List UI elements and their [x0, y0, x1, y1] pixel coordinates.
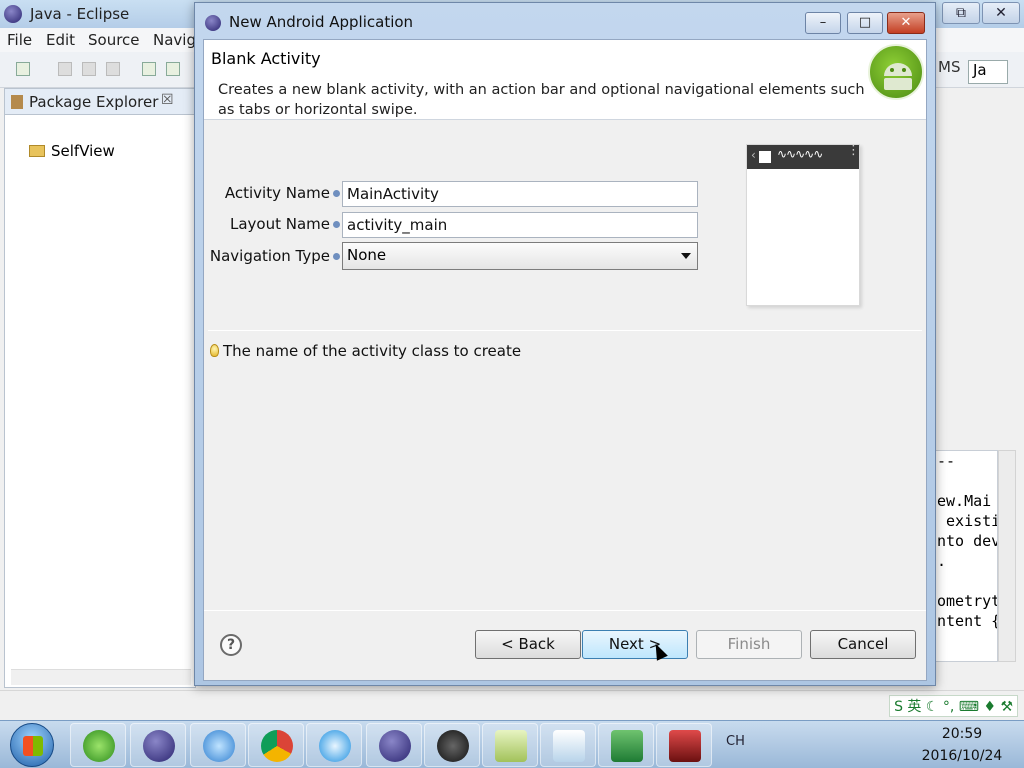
hint-label: The name of the activity class to create: [223, 342, 522, 360]
editor-snippet: -- ew.Mai existi nto dev . ometryt ntent…: [934, 450, 998, 662]
close-icon[interactable]: ☒: [161, 92, 174, 108]
package-explorer-panel: Package Explorer ☒ SelfView: [4, 88, 196, 688]
menu-file[interactable]: File: [7, 31, 32, 49]
taskbar-app-android[interactable]: [424, 723, 480, 767]
cancel-button[interactable]: Cancel: [810, 630, 916, 659]
chevron-left-icon: ‹: [751, 148, 756, 162]
package-explorer-title: Package Explorer: [29, 93, 159, 111]
eclipse-close-button[interactable]: ✕: [982, 2, 1020, 24]
info-icon: [333, 190, 340, 197]
navigation-type-select[interactable]: None: [342, 242, 698, 270]
print-icon[interactable]: [106, 62, 120, 76]
language-indicator[interactable]: CH: [726, 734, 745, 749]
tree-item-selfview[interactable]: SelfView: [29, 142, 115, 160]
maximize-button[interactable]: □: [847, 12, 883, 34]
navigation-type-value: None: [347, 246, 387, 264]
eclipse-logo-icon: [205, 15, 221, 31]
save-icon[interactable]: [58, 62, 72, 76]
eclipse-title: Java - Eclipse: [30, 5, 130, 23]
page-description: Creates a new blank activity, with an ac…: [218, 82, 865, 118]
clock-date[interactable]: 2016/10/24: [916, 748, 1008, 764]
overflow-menu-icon: ⋮: [847, 143, 860, 158]
start-button[interactable]: [10, 723, 54, 767]
lightbulb-icon: [210, 344, 219, 357]
help-button[interactable]: ?: [220, 634, 242, 656]
perspective-label[interactable]: MS: [938, 58, 960, 76]
menu-edit[interactable]: Edit: [46, 31, 75, 49]
menu-navigate[interactable]: Navig: [153, 31, 196, 49]
info-icon: [333, 221, 340, 228]
layout-name-label: Layout Name: [229, 215, 330, 233]
close-button[interactable]: ✕: [887, 12, 925, 34]
package-explorer-tab[interactable]: Package Explorer ☒: [5, 89, 195, 115]
java-perspective-button[interactable]: Ja: [968, 60, 1008, 84]
navigation-type-label: Navigation Type: [209, 247, 330, 265]
preview-action-bar: ‹ ∿∿∿∿∿ ⋮: [747, 143, 860, 169]
excel-icon: [611, 730, 643, 762]
divider: [204, 610, 926, 611]
clock-time[interactable]: 20:59: [920, 726, 1004, 742]
taskbar-app-network[interactable]: [190, 723, 246, 767]
eclipse-icon: [143, 730, 175, 762]
dialog-body: Blank Activity Creates a new blank activ…: [203, 39, 927, 681]
dialog-title: New Android Application: [229, 13, 414, 31]
minimize-button[interactable]: –: [805, 12, 841, 34]
taskbar-app-recorder[interactable]: [656, 723, 712, 767]
eclipse-logo-icon: [4, 5, 22, 23]
cloud-icon: [319, 730, 351, 762]
right-panels: -- ew.Mai existi nto dev . ometryt ntent…: [934, 88, 1024, 688]
network-icon: [203, 730, 235, 762]
activity-preview: ‹ ∿∿∿∿∿ ⋮: [746, 144, 860, 306]
info-icon: [333, 253, 340, 260]
taskbar-app-eclipse[interactable]: [130, 723, 186, 767]
finish-button[interactable]: Finish: [696, 630, 802, 659]
taskbar-app-eclipse-2[interactable]: [366, 723, 422, 767]
activity-name-input[interactable]: [342, 181, 698, 207]
taskbar-app-chrome[interactable]: [248, 723, 304, 767]
ime-toolbar[interactable]: S 英 ☾ °, ⌨ ♦ ⚒: [889, 695, 1018, 717]
menu-source[interactable]: Source: [88, 31, 140, 49]
package-icon: [11, 95, 23, 109]
project-folder-icon: [29, 145, 45, 157]
taskbar-app-notes[interactable]: [482, 723, 538, 767]
hint-text: The name of the activity class to create: [210, 342, 521, 360]
layout-name-input[interactable]: [342, 212, 698, 238]
status-bar: S 英 ☾ °, ⌨ ♦ ⚒: [0, 690, 1024, 720]
android-icon: [437, 730, 469, 762]
divider: [208, 330, 922, 331]
tree-item-label: SelfView: [51, 142, 115, 160]
windows-logo-icon: [23, 736, 43, 756]
vertical-scrollbar[interactable]: [998, 450, 1016, 662]
next-button[interactable]: Next >: [582, 630, 688, 659]
back-button[interactable]: < Back: [475, 630, 581, 659]
eclipse-icon: [379, 730, 411, 762]
taskbar-app-cloud[interactable]: [306, 723, 362, 767]
page-title: Blank Activity: [211, 49, 321, 68]
horizontal-scrollbar[interactable]: [11, 669, 191, 685]
taskbar: [0, 720, 1024, 768]
chevron-down-icon: [681, 253, 691, 259]
wizard-header: Blank Activity Creates a new blank activ…: [204, 40, 926, 120]
android-sdk-icon[interactable]: [166, 62, 180, 76]
eclipse-restore-button[interactable]: ⧉: [942, 2, 980, 24]
notepad-icon: [553, 730, 585, 762]
notes-icon: [495, 730, 527, 762]
title-placeholder: ∿∿∿∿∿: [777, 147, 823, 161]
taskbar-app-excel[interactable]: [598, 723, 654, 767]
android-logo-icon: [868, 44, 924, 100]
app-icon: [759, 151, 771, 163]
chrome-icon: [261, 730, 293, 762]
browser-icon: [83, 730, 115, 762]
new-icon[interactable]: [16, 62, 30, 76]
taskbar-app-notepad[interactable]: [540, 723, 596, 767]
download-icon[interactable]: [142, 62, 156, 76]
taskbar-app-ie[interactable]: [70, 723, 126, 767]
save-all-icon[interactable]: [82, 62, 96, 76]
camera-icon: [669, 730, 701, 762]
new-android-application-dialog: New Android Application – □ ✕ Blank Acti…: [194, 2, 936, 686]
activity-name-label: Activity Name: [224, 184, 330, 202]
